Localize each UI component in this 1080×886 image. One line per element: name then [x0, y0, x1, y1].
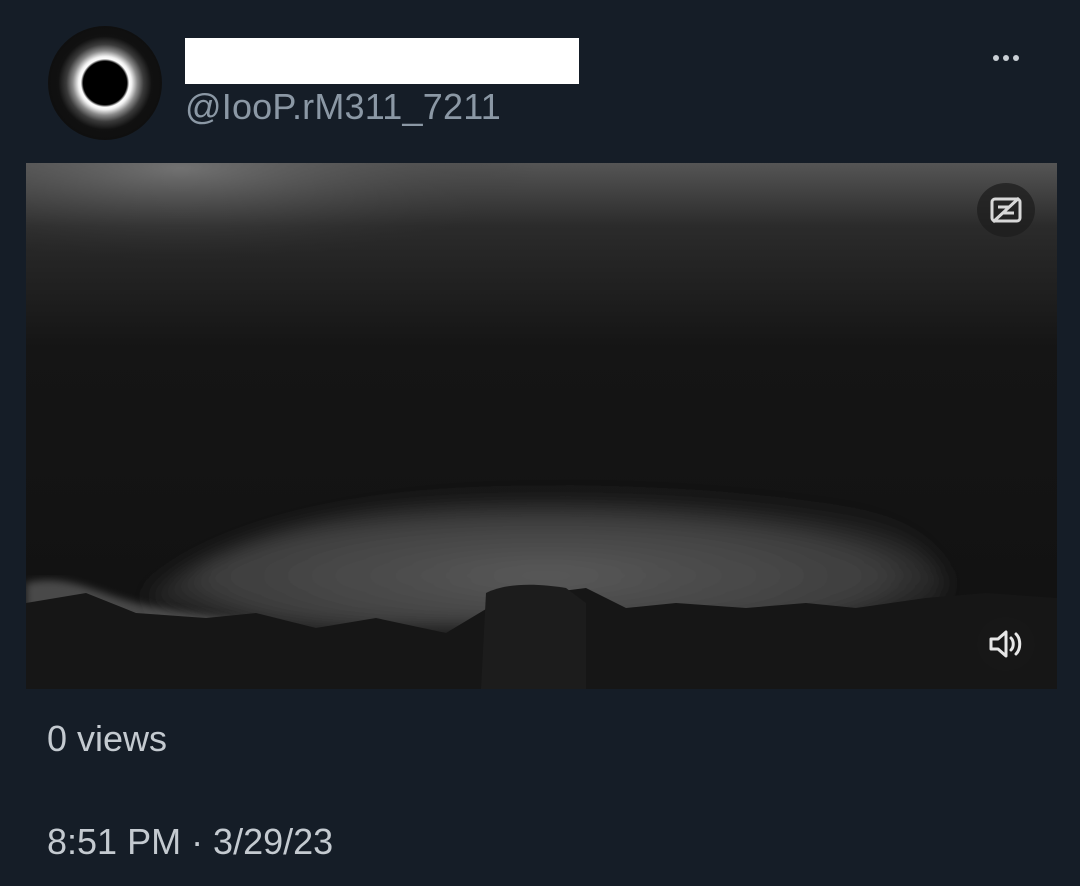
user-handle[interactable]: @IooP.rM311_7211 [185, 86, 501, 128]
tweet: @IooP.rM311_7211 0 views 8:51 PM · 3/29/… [0, 0, 1080, 886]
post-timestamp[interactable]: 8:51 PM · 3/29/23 [47, 821, 333, 863]
video-player[interactable] [26, 163, 1057, 689]
more-dot-icon [993, 55, 999, 61]
video-frame [26, 163, 1057, 689]
crossed-out-subtitles-icon [990, 196, 1022, 224]
speaker-volume-icon [989, 630, 1022, 658]
more-options-button[interactable] [982, 40, 1030, 76]
captions-toggle-button[interactable] [977, 183, 1035, 237]
redacted-display-name [185, 38, 579, 84]
view-count: 0 views [47, 718, 168, 759]
mute-button[interactable] [977, 617, 1035, 671]
more-dot-icon [1013, 55, 1019, 61]
more-dot-icon [1003, 55, 1009, 61]
avatar[interactable] [48, 26, 162, 140]
